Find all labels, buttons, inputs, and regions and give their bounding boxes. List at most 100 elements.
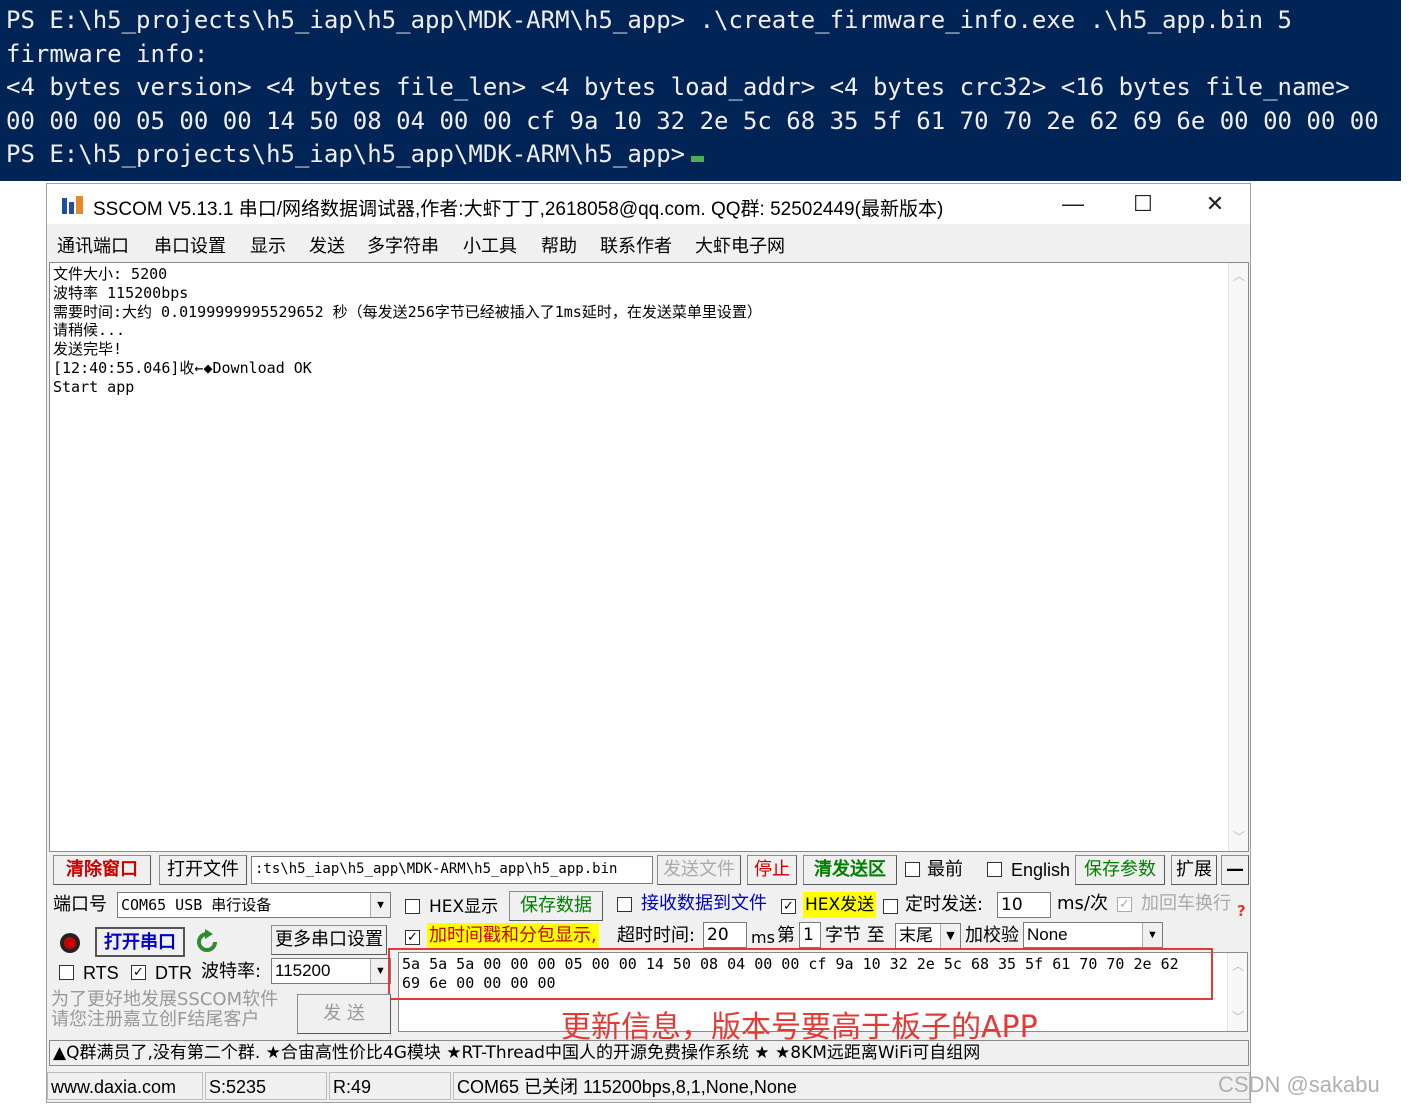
byte-start-label: 第 bbox=[777, 925, 795, 946]
more-serial-settings-button[interactable]: 更多串口设置 bbox=[271, 925, 387, 955]
sscom-window: SSCOM V5.13.1 串口/网络数据调试器,作者:大虾丁丁,2618058… bbox=[46, 183, 1251, 1103]
receive-line: 需要时间:大约 0.0199999995529652 秒（每发送256字节已经被… bbox=[53, 302, 762, 321]
clear-send-button[interactable]: 清发送区 bbox=[803, 855, 897, 885]
terminal-line: 00 00 00 05 00 00 14 50 08 04 00 00 cf 9… bbox=[6, 106, 1379, 135]
receive-line: 请稍候... bbox=[53, 321, 126, 340]
collapse-button[interactable]: — bbox=[1221, 855, 1249, 885]
timed-send-label: 定时发送: bbox=[905, 894, 984, 915]
save-params-button[interactable]: 保存参数 bbox=[1075, 855, 1165, 885]
checksum-label: 加校验 bbox=[965, 925, 1019, 946]
hex-send-label: HEX发送 bbox=[803, 892, 877, 918]
byte-end-value: 末尾 bbox=[899, 926, 933, 946]
chevron-down-icon[interactable]: ▼ bbox=[940, 924, 960, 948]
timestamp-checkbox[interactable]: ✓ bbox=[405, 930, 420, 945]
scroll-down-icon[interactable]: ﹀ bbox=[1228, 1008, 1248, 1027]
terminal-prompt: PS E:\h5_projects\h5_iap\h5_app\MDK-ARM\… bbox=[6, 140, 686, 169]
english-label: English bbox=[1011, 860, 1071, 880]
topmost-checkbox[interactable] bbox=[905, 862, 920, 877]
menu-contact[interactable]: 联系作者 bbox=[600, 232, 672, 258]
checksum-value: None bbox=[1027, 925, 1068, 944]
chevron-down-icon[interactable]: ▼ bbox=[370, 959, 390, 983]
app-icon bbox=[62, 196, 83, 214]
promo-ticker[interactable]: ▲Q群满员了,没有第二个群. ★合宙高性价比4G模块 ★RT-Thread中国人… bbox=[49, 1040, 1249, 1066]
window-title: SSCOM V5.13.1 串口/网络数据调试器,作者:大虾丁丁,2618058… bbox=[93, 199, 944, 220]
scroll-up-icon[interactable]: ︿ bbox=[1228, 957, 1248, 976]
terminal-line: PS E:\h5_projects\h5_iap\h5_app\MDK-ARM\… bbox=[6, 6, 1292, 34]
receive-area[interactable]: 文件大小: 5200 波特率 115200bps 需要时间:大约 0.01999… bbox=[49, 262, 1249, 852]
menu-display[interactable]: 显示 bbox=[250, 232, 286, 258]
timeout-label: 超时时间: bbox=[617, 925, 696, 946]
rts-label: RTS bbox=[83, 963, 119, 983]
timeout-input[interactable]: 20 bbox=[703, 922, 747, 948]
receive-line: [12:40:55.046]收←◆Download OK bbox=[53, 358, 312, 377]
menu-daxia-site[interactable]: 大虾电子网 bbox=[695, 232, 785, 258]
open-file-button[interactable]: 打开文件 bbox=[159, 855, 247, 885]
receive-scrollbar[interactable]: ︿ ﹀ bbox=[1228, 263, 1248, 851]
port-label: 端口号 bbox=[53, 894, 107, 915]
scroll-down-icon[interactable]: ﹀ bbox=[1229, 828, 1248, 847]
rts-checkbox[interactable] bbox=[59, 965, 74, 980]
hex-display-checkbox[interactable] bbox=[405, 899, 420, 914]
menu-send[interactable]: 发送 bbox=[309, 232, 345, 258]
chevron-down-icon[interactable]: ▼ bbox=[370, 893, 390, 917]
help-icon[interactable]: ? bbox=[1237, 902, 1246, 920]
recv-to-file-checkbox[interactable] bbox=[617, 897, 632, 912]
send-scrollbar[interactable]: ︿ ﹀ bbox=[1227, 953, 1247, 1031]
baud-select[interactable]: 115200 ▼ bbox=[271, 958, 391, 984]
terminal-prompt-line: PS E:\h5_projects\h5_iap\h5_app\MDK-ARM\… bbox=[6, 138, 1401, 172]
crlf-checkbox[interactable]: ✓ bbox=[1117, 897, 1132, 912]
menu-comm-port[interactable]: 通讯端口 bbox=[57, 232, 129, 258]
save-data-button[interactable]: 保存数据 bbox=[509, 891, 603, 921]
port-status-icon bbox=[60, 933, 80, 953]
english-checkbox[interactable] bbox=[987, 862, 1002, 877]
baud-value: 115200 bbox=[275, 961, 331, 980]
terminal-cursor bbox=[691, 156, 705, 163]
status-site-link[interactable]: www.daxia.com bbox=[47, 1072, 203, 1100]
refresh-icon[interactable] bbox=[195, 929, 219, 955]
hex-display-label: HEX显示 bbox=[429, 897, 499, 917]
status-received-count: R:49 bbox=[329, 1072, 451, 1100]
menu-tools[interactable]: 小工具 bbox=[463, 232, 517, 258]
byte-end-select[interactable]: 末尾 ▼ bbox=[895, 923, 961, 949]
receive-line: 文件大小: 5200 bbox=[53, 265, 168, 283]
maximize-button[interactable]: ☐ bbox=[1115, 188, 1171, 220]
byte-unit-label: 字节 至 bbox=[825, 925, 885, 946]
terminal-line: firmware info: bbox=[6, 39, 209, 68]
dtr-label: DTR bbox=[155, 963, 192, 983]
timestamp-label: 加时间戳和分包显示, bbox=[427, 923, 599, 949]
file-path-field[interactable]: :ts\h5_iap\h5_app\MDK-ARM\h5_app\h5_app.… bbox=[251, 856, 653, 884]
port-select[interactable]: COM65 USB 串行设备 ▼ bbox=[117, 892, 391, 918]
checksum-select[interactable]: None ▼ bbox=[1023, 922, 1163, 948]
watermark: CSDN @sakabu bbox=[1218, 1072, 1380, 1097]
menu-multi-string[interactable]: 多字符串 bbox=[367, 232, 439, 258]
close-button[interactable]: ✕ bbox=[1187, 188, 1243, 220]
port-select-value: COM65 USB 串行设备 bbox=[121, 896, 272, 914]
byte-start-input[interactable]: 1 bbox=[799, 922, 821, 948]
powershell-terminal[interactable]: PS E:\h5_projects\h5_iap\h5_app\MDK-ARM\… bbox=[0, 0, 1401, 181]
receive-line: 发送完毕! bbox=[53, 340, 123, 359]
receive-line: 波特率 115200bps bbox=[53, 283, 189, 302]
interval-input[interactable]: 10 bbox=[997, 892, 1051, 918]
scroll-up-icon[interactable]: ︿ bbox=[1229, 267, 1248, 286]
promo-line[interactable]: 请您注册嘉立创F结尾客户 bbox=[51, 1010, 259, 1030]
crlf-label: 加回车换行 bbox=[1141, 893, 1231, 914]
menu-serial-settings[interactable]: 串口设置 bbox=[154, 232, 226, 258]
promo-line[interactable]: 为了更好地发展SSCOM软件 bbox=[51, 990, 278, 1010]
clear-window-button[interactable]: 清除窗口 bbox=[53, 855, 151, 885]
status-bar: www.daxia.com S:5235 R:49 COM65 已关闭 1152… bbox=[47, 1070, 1250, 1102]
receive-line: Start app bbox=[53, 377, 135, 396]
expand-button[interactable]: 扩展 bbox=[1171, 855, 1217, 885]
dtr-checkbox[interactable]: ✓ bbox=[131, 965, 146, 980]
title-bar[interactable]: SSCOM V5.13.1 串口/网络数据调试器,作者:大虾丁丁,2618058… bbox=[47, 184, 1250, 224]
send-file-button[interactable]: 发送文件 bbox=[657, 855, 741, 885]
stop-button[interactable]: 停止 bbox=[747, 855, 797, 885]
menu-bar: 通讯端口 串口设置 显示 发送 多字符串 小工具 帮助 联系作者 大虾电子网 bbox=[47, 230, 1250, 258]
menu-help[interactable]: 帮助 bbox=[541, 232, 577, 258]
interval-unit: ms/次 bbox=[1057, 893, 1108, 914]
timed-send-checkbox[interactable] bbox=[883, 899, 898, 914]
minimize-button[interactable]: — bbox=[1045, 188, 1101, 220]
chevron-down-icon[interactable]: ▼ bbox=[1142, 923, 1162, 947]
open-port-button[interactable]: 打开串口 bbox=[95, 927, 185, 957]
hex-send-checkbox[interactable]: ✓ bbox=[781, 899, 796, 914]
send-button[interactable]: 发 送 bbox=[297, 994, 391, 1034]
